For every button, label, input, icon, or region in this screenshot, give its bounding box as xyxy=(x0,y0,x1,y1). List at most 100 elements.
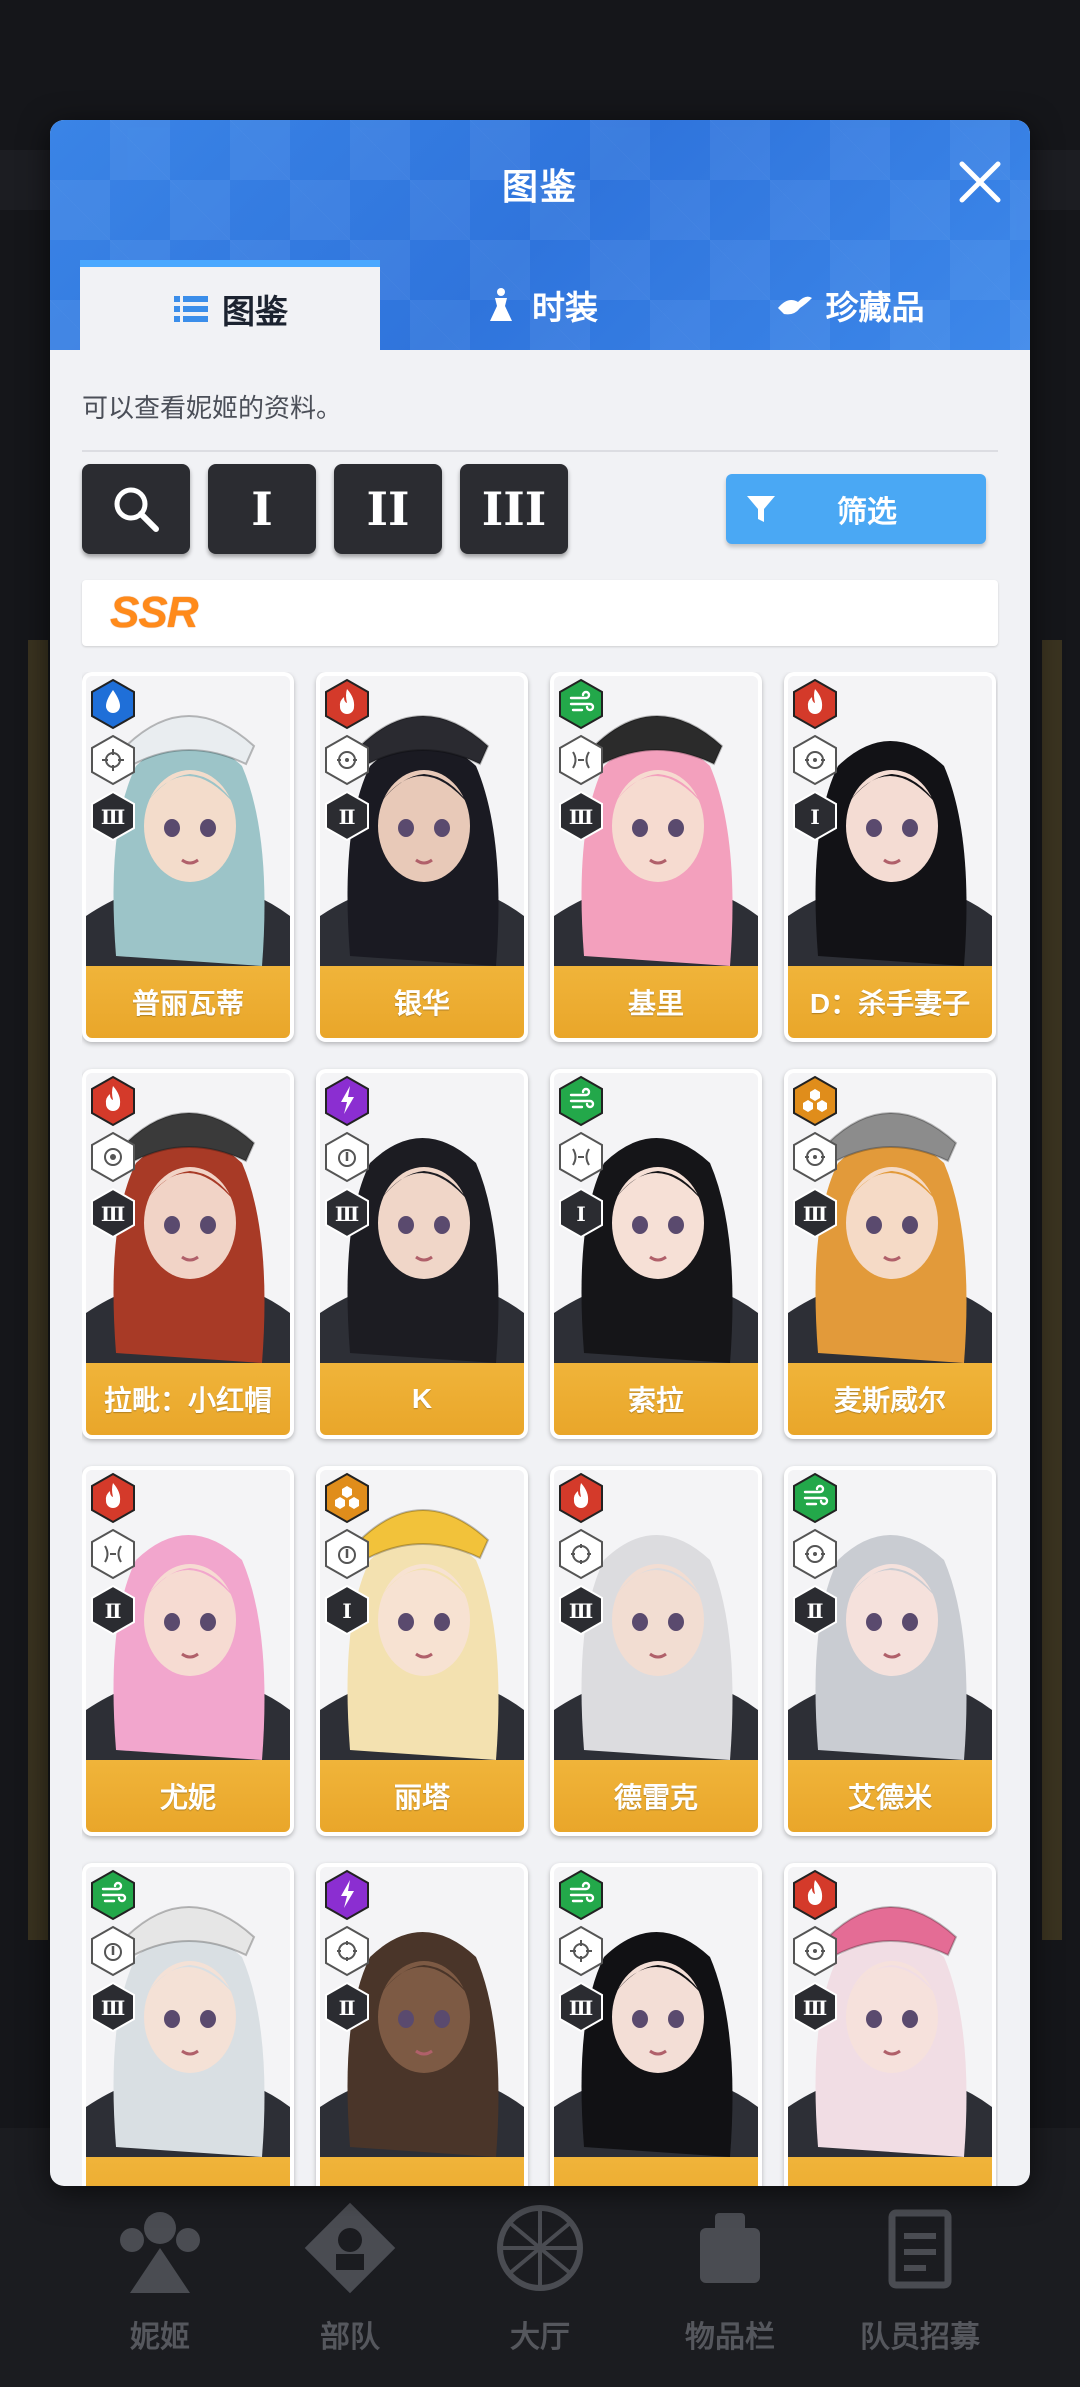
water-element-icon xyxy=(91,678,135,730)
nav-item-lobby[interactable]: 大厅 xyxy=(455,2198,625,2356)
search-button[interactable] xyxy=(82,464,190,554)
burst-badge: Ⅰ xyxy=(325,1584,369,1636)
mg-icon xyxy=(325,1925,369,1977)
burst-badge: Ⅰ xyxy=(559,1187,603,1239)
dress-icon xyxy=(490,288,512,321)
fire-element-icon xyxy=(91,1472,135,1524)
svg-text:Ⅱ: Ⅱ xyxy=(105,1599,122,1623)
nav-item-nikke[interactable]: 妮姬 xyxy=(75,2198,245,2356)
character-card[interactable]: Ⅲ 麦斯威尔 xyxy=(784,1069,996,1439)
character-name: 丽塔 xyxy=(320,1760,524,1832)
nav-label-squad: 部队 xyxy=(320,2321,380,2354)
burst-badge: Ⅲ xyxy=(793,1187,837,1239)
burst-badge: Ⅲ xyxy=(559,1981,603,2033)
nav-label-lobby: 大厅 xyxy=(510,2321,570,2354)
character-name: K xyxy=(320,1363,524,1435)
target-icon xyxy=(91,1131,135,1183)
nav-item-squad[interactable]: 部队 xyxy=(265,2198,435,2356)
rocket-icon xyxy=(325,1131,369,1183)
background-right-strip xyxy=(1042,640,1062,1940)
tab-label-costume: 时装 xyxy=(532,289,598,326)
svg-text:Ⅲ: Ⅲ xyxy=(569,805,593,829)
rarity-header: SSR xyxy=(82,580,998,646)
list-icon xyxy=(174,295,208,322)
character-card[interactable]: Ⅲ 德雷克 xyxy=(550,1466,762,1836)
character-card[interactable]: Ⅱ 银华 xyxy=(316,672,528,1042)
scope-icon xyxy=(793,1925,837,1977)
character-card[interactable]: Ⅲ xyxy=(82,1863,294,2186)
scope-icon xyxy=(793,734,837,786)
character-card[interactable]: Ⅲ xyxy=(784,1863,996,2186)
squad-icon xyxy=(304,2202,396,2294)
burst-badge: Ⅰ xyxy=(793,790,837,842)
svg-text:Ⅲ: Ⅲ xyxy=(803,1996,827,2020)
character-name: 麦斯威尔 xyxy=(788,1363,992,1435)
burst-badge: Ⅲ xyxy=(91,1187,135,1239)
svg-text:Ⅲ: Ⅲ xyxy=(101,1996,125,2020)
recruit-icon xyxy=(888,2209,952,2289)
character-name: 德雷克 xyxy=(554,1760,758,1832)
rocket-icon xyxy=(91,1925,135,1977)
svg-text:Ⅱ: Ⅱ xyxy=(339,805,356,829)
character-name xyxy=(788,2157,992,2186)
burst-badge: Ⅱ xyxy=(325,790,369,842)
character-card[interactable]: Ⅲ 基里 xyxy=(550,672,762,1042)
character-card[interactable]: Ⅱ 艾德米 xyxy=(784,1466,996,1836)
character-card[interactable]: Ⅱ 尤妮 xyxy=(82,1466,294,1836)
character-card[interactable]: Ⅰ 索拉 xyxy=(550,1069,762,1439)
info-text: 可以查看妮姬的资料。 xyxy=(82,393,343,423)
burst-badge: Ⅲ xyxy=(793,1981,837,2033)
character-card[interactable]: Ⅰ 丽塔 xyxy=(316,1466,528,1836)
character-grid: Ⅲ 普丽瓦蒂 Ⅱ 银华 Ⅲ 基里 Ⅰ D：杀手妻子 Ⅲ 拉毗：小红帽 Ⅲ K Ⅰ… xyxy=(82,672,998,2186)
lobby-icon xyxy=(497,2205,583,2291)
codex-dialog: 图鉴 图鉴 时装 珍藏品 可以查看妮姬的资料。 I II III 筛选 SSR … xyxy=(50,120,1030,2186)
burst-badge: Ⅲ xyxy=(559,1584,603,1636)
tab-costume[interactable]: 时装 xyxy=(390,260,690,350)
rocket-icon xyxy=(325,1528,369,1580)
burst-badge: Ⅲ xyxy=(325,1187,369,1239)
spread-icon xyxy=(559,734,603,786)
wind-element-icon xyxy=(793,1472,837,1524)
rarity-label: SSR xyxy=(110,588,198,637)
tab-bar: 图鉴 时装 珍藏品 xyxy=(80,260,1000,350)
nav-item-inventory[interactable]: 物品栏 xyxy=(645,2198,815,2356)
electric-element-icon xyxy=(325,1869,369,1921)
character-card[interactable]: Ⅰ D：杀手妻子 xyxy=(784,672,996,1042)
dialog-title: 图鉴 xyxy=(501,166,578,207)
tab-treasure[interactable]: 珍藏品 xyxy=(700,260,1000,350)
character-card[interactable]: Ⅲ xyxy=(550,1863,762,2186)
electric-element-icon xyxy=(325,1075,369,1127)
search-icon xyxy=(114,487,159,532)
divider xyxy=(82,450,998,452)
nav-label-nikke: 妮姬 xyxy=(130,2321,190,2354)
svg-text:Ⅲ: Ⅲ xyxy=(101,1202,125,1226)
nav-item-recruit[interactable]: 队员招募 xyxy=(835,2198,1005,2356)
inventory-icon xyxy=(700,2213,760,2283)
burst-badge: Ⅱ xyxy=(793,1584,837,1636)
fire-element-icon xyxy=(91,1075,135,1127)
character-card[interactable]: Ⅱ xyxy=(316,1863,528,2186)
tab-label-treasure: 珍藏品 xyxy=(825,289,925,326)
svg-text:Ⅲ: Ⅲ xyxy=(569,1599,593,1623)
fire-element-icon xyxy=(793,678,837,730)
burst-1-button[interactable]: I xyxy=(208,464,316,554)
burst-2-button[interactable]: II xyxy=(334,464,442,554)
character-name xyxy=(86,2157,290,2186)
wind-element-icon xyxy=(559,678,603,730)
character-name: 索拉 xyxy=(554,1363,758,1435)
nikke-icon xyxy=(120,2212,200,2293)
burst-3-button[interactable]: III xyxy=(460,464,568,554)
character-name: 银华 xyxy=(320,966,524,1038)
character-card[interactable]: Ⅲ 拉毗：小红帽 xyxy=(82,1069,294,1439)
filter-label: 筛选 xyxy=(837,496,897,529)
spread-icon xyxy=(91,1528,135,1580)
close-icon[interactable] xyxy=(950,152,1010,212)
iron-element-icon xyxy=(793,1075,837,1127)
filter-button[interactable]: 筛选 xyxy=(726,474,986,544)
treasure-icon xyxy=(777,296,812,315)
character-card[interactable]: ⅢK xyxy=(316,1069,528,1439)
character-card[interactable]: Ⅲ 普丽瓦蒂 xyxy=(82,672,294,1042)
character-name: 基里 xyxy=(554,966,758,1038)
tab-codex[interactable]: 图鉴 xyxy=(80,260,380,350)
scope-icon xyxy=(793,1528,837,1580)
